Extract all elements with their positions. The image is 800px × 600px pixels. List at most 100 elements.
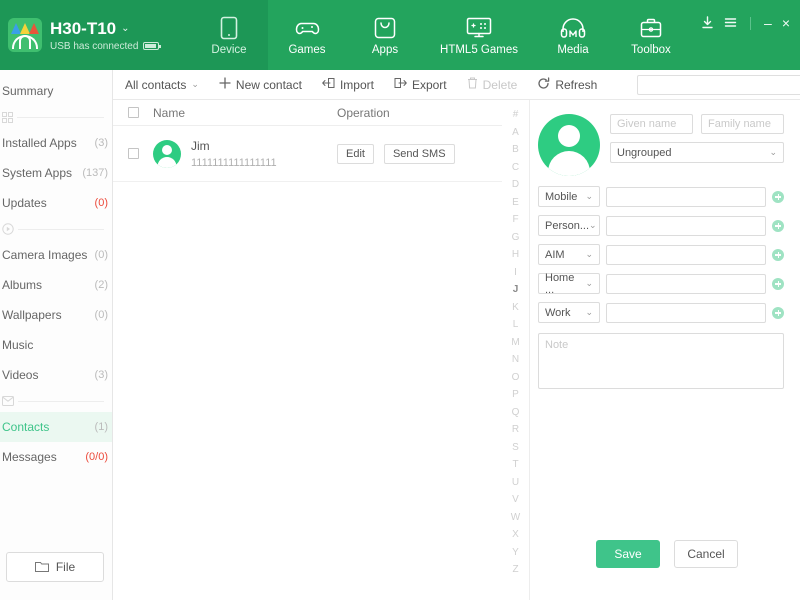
alpha-index-t[interactable]: T — [512, 456, 518, 474]
refresh-button[interactable]: Refresh — [537, 76, 609, 93]
new-contact-button[interactable]: New contact — [219, 77, 314, 92]
field-value-input[interactable] — [606, 186, 766, 207]
alpha-index-z[interactable]: Z — [512, 561, 518, 579]
save-button[interactable]: Save — [596, 540, 660, 568]
sidebar-item-system-apps[interactable]: System Apps (137) — [0, 158, 112, 188]
sidebar-item-wallpapers[interactable]: Wallpapers (0) — [0, 300, 112, 330]
sidebar-item-installed-apps[interactable]: Installed Apps (3) — [0, 128, 112, 158]
sidebar-item-videos[interactable]: Videos (3) — [0, 360, 112, 390]
given-name-field[interactable] — [610, 114, 693, 134]
alpha-index-i[interactable]: I — [514, 264, 517, 282]
alpha-index-k[interactable]: K — [512, 299, 519, 317]
import-button[interactable]: Import — [322, 77, 386, 92]
field-value-input[interactable] — [606, 244, 766, 265]
alpha-index-x[interactable]: X — [512, 526, 519, 544]
sidebar-item-label: Updates — [2, 196, 47, 210]
add-field-icon[interactable] — [772, 248, 784, 261]
sidebar-item-music[interactable]: Music — [0, 330, 112, 360]
group-select[interactable]: Ungrouped ⌄ — [610, 142, 784, 163]
alpha-index-b[interactable]: B — [512, 141, 519, 159]
delete-button[interactable]: Delete — [467, 77, 530, 92]
field-row-home: Home ... ⌄ — [538, 272, 784, 296]
alpha-index-s[interactable]: S — [512, 439, 519, 457]
field-value-input[interactable] — [606, 215, 766, 236]
alpha-index-e[interactable]: E — [512, 194, 519, 212]
note-textarea[interactable] — [538, 333, 784, 389]
close-button[interactable]: × — [782, 16, 790, 30]
contact-name-cell: Jim 1111111111111111 — [153, 139, 337, 169]
apps-grid-icon — [2, 111, 13, 123]
alpha-index-c[interactable]: C — [512, 159, 519, 177]
alpha-index-y[interactable]: Y — [512, 544, 519, 562]
alpha-index-d[interactable]: D — [512, 176, 519, 194]
tab-apps[interactable]: Apps — [346, 0, 424, 70]
export-button[interactable]: Export — [394, 77, 459, 92]
add-field-icon[interactable] — [772, 190, 784, 203]
field-type-select[interactable]: Mobile ⌄ — [538, 186, 600, 207]
alpha-index-w[interactable]: W — [511, 509, 520, 527]
cancel-button[interactable]: Cancel — [674, 540, 738, 568]
sidebar-item-messages[interactable]: Messages (0/0) — [0, 442, 112, 472]
alpha-index-o[interactable]: O — [512, 369, 520, 387]
minimize-button[interactable]: – — [764, 16, 772, 30]
alpha-index-l[interactable]: L — [513, 316, 519, 334]
alpha-index-r[interactable]: R — [512, 421, 519, 439]
hamburger-menu-icon[interactable] — [724, 16, 737, 31]
alpha-index-n[interactable]: N — [512, 351, 519, 369]
tab-media[interactable]: Media — [534, 0, 612, 70]
select-all-checkbox[interactable] — [127, 107, 139, 118]
family-name-field[interactable] — [701, 114, 784, 134]
sidebar-item-summary[interactable]: Summary — [0, 76, 112, 106]
tab-media-label: Media — [557, 43, 589, 56]
alpha-index-v[interactable]: V — [512, 491, 519, 509]
alpha-index-h[interactable]: H — [512, 246, 519, 264]
tab-device[interactable]: Device — [190, 0, 268, 70]
alpha-index-hash[interactable]: # — [513, 106, 519, 124]
add-field-icon[interactable] — [772, 277, 784, 290]
device-info-block[interactable]: H30-T10 ⌄ USB has connected — [0, 0, 190, 70]
edit-button[interactable]: Edit — [337, 143, 374, 164]
alpha-index-f[interactable]: F — [512, 211, 518, 229]
all-contacts-filter[interactable]: All contacts ⌄ — [125, 78, 211, 92]
add-field-icon[interactable] — [772, 306, 784, 319]
tab-toolbox[interactable]: Toolbox — [612, 0, 690, 70]
sidebar-item-contacts[interactable]: Contacts (1) — [0, 412, 112, 442]
alpha-index-g[interactable]: G — [512, 229, 520, 247]
contact-avatar-icon[interactable] — [538, 114, 600, 176]
chevron-down-icon: ⌄ — [585, 191, 593, 201]
field-type-select[interactable]: Person... ⌄ — [538, 215, 600, 236]
sidebar-item-camera-images[interactable]: Camera Images (0) — [0, 240, 112, 270]
add-field-icon[interactable] — [772, 219, 784, 232]
download-icon[interactable] — [701, 16, 714, 31]
sidebar-item-label: Albums — [2, 278, 43, 292]
gamepad-icon — [294, 15, 320, 41]
field-value-input[interactable] — [606, 273, 766, 294]
field-value-input[interactable] — [606, 302, 766, 323]
row-checkbox[interactable] — [127, 148, 139, 159]
search-input[interactable] — [637, 74, 800, 95]
file-button-label: File — [55, 560, 76, 574]
sidebar-item-albums[interactable]: Albums (2) — [0, 270, 112, 300]
tab-html5-games[interactable]: HTML5 Games — [424, 0, 534, 70]
chevron-down-icon[interactable]: ⌄ — [121, 23, 129, 34]
field-type-select[interactable]: Work ⌄ — [538, 302, 600, 323]
send-sms-button[interactable]: Send SMS — [383, 143, 455, 164]
field-type-select[interactable]: Home ... ⌄ — [538, 272, 600, 296]
alpha-index-p[interactable]: P — [512, 386, 519, 404]
file-button[interactable]: File — [6, 552, 104, 582]
alpha-index-q[interactable]: Q — [512, 404, 520, 422]
column-header-operation: Operation — [337, 105, 390, 120]
alpha-index-m[interactable]: M — [511, 334, 519, 352]
tab-html5-games-label: HTML5 Games — [440, 43, 518, 56]
field-type-select[interactable]: AIM ⌄ — [538, 244, 600, 265]
alpha-index-j[interactable]: J — [513, 281, 519, 299]
import-arrow-icon — [322, 77, 335, 92]
table-row[interactable]: Jim 1111111111111111 Edit Send SMS — [113, 126, 502, 182]
field-row-work: Work ⌄ — [538, 302, 784, 323]
alpha-index-a[interactable]: A — [512, 124, 519, 142]
contact-detail-panel: Ungrouped ⌄ Mobile ⌄ — [530, 100, 800, 600]
sidebar-item-updates[interactable]: Updates (0) — [0, 188, 112, 218]
device-name-row[interactable]: H30-T10 ⌄ — [50, 19, 159, 39]
alpha-index-u[interactable]: U — [512, 474, 519, 492]
tab-games[interactable]: Games — [268, 0, 346, 70]
